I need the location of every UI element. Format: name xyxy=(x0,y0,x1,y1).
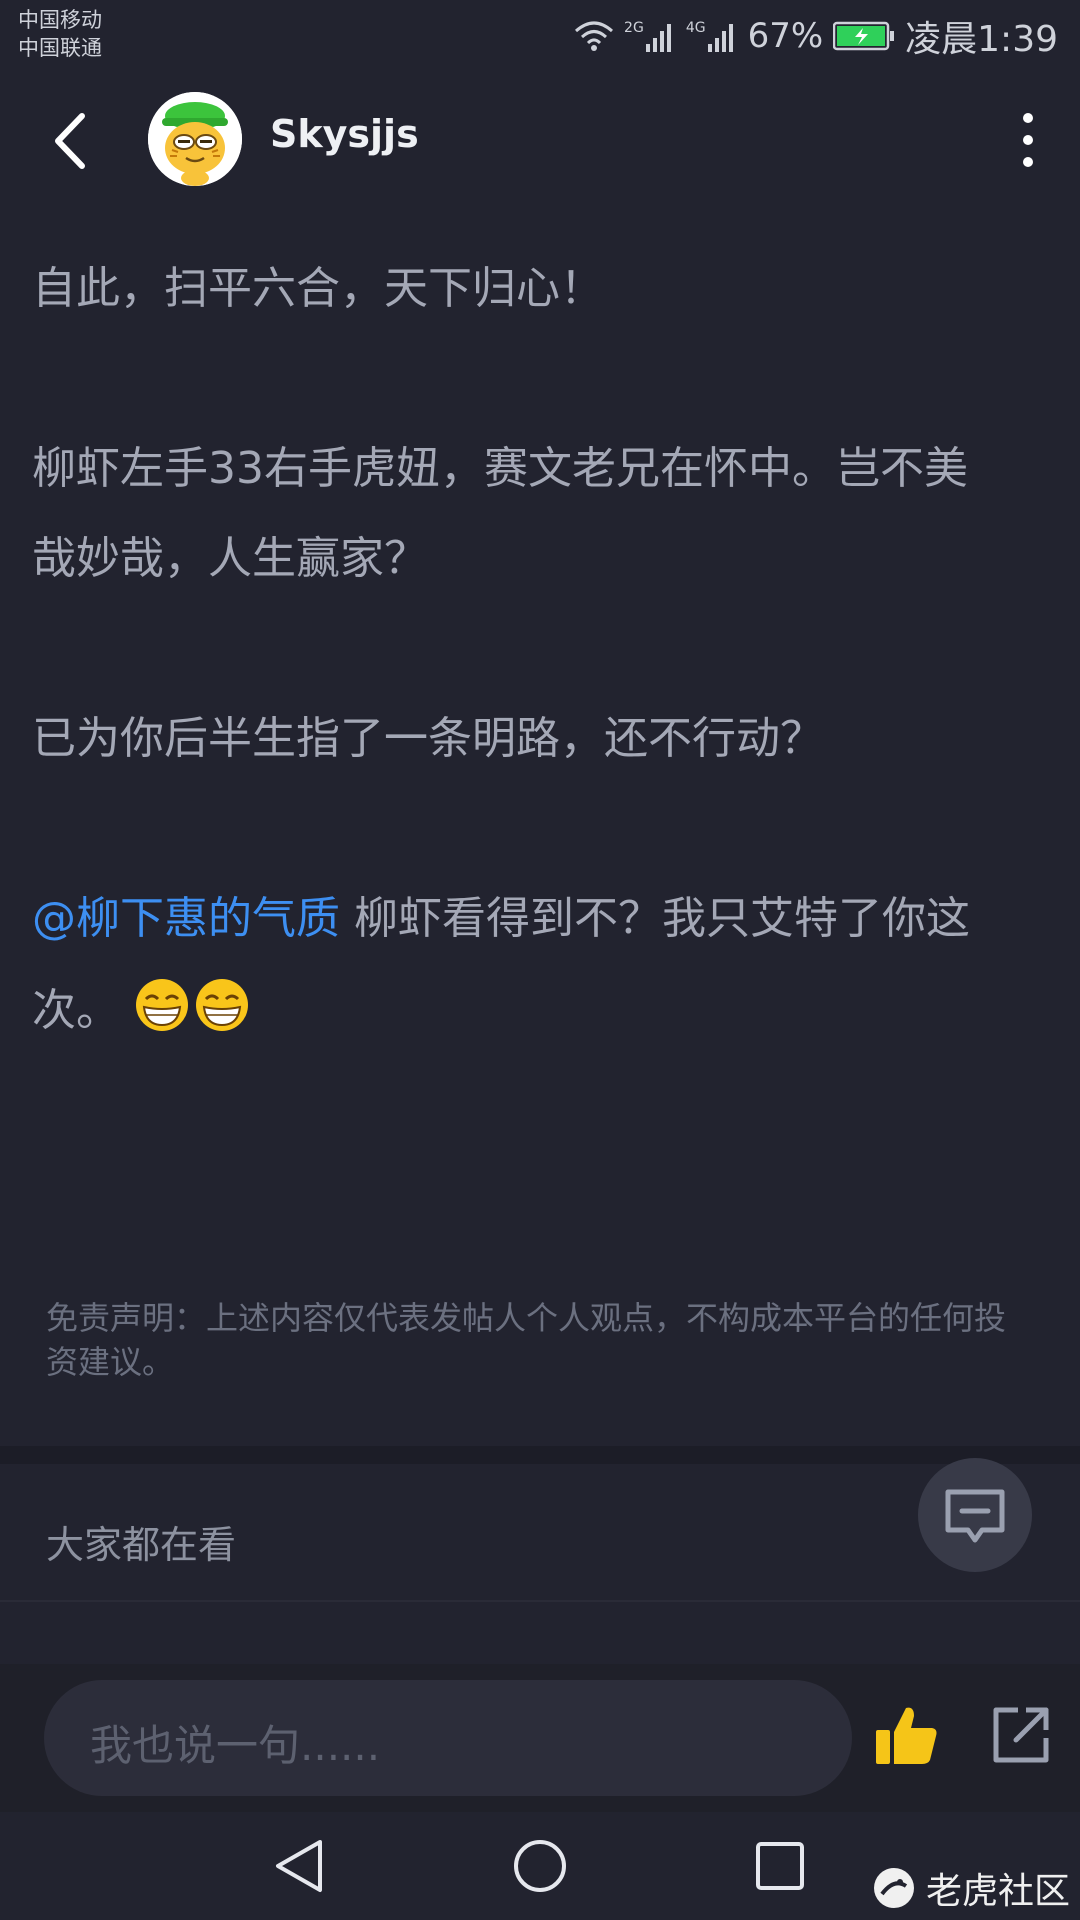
comment-icon xyxy=(945,1489,1005,1543)
divider xyxy=(0,1600,1080,1602)
carrier-2: 中国联通 xyxy=(18,36,102,60)
grinning-emoji-icon xyxy=(136,979,188,1031)
disclaimer-text: 免责声明：上述内容仅代表发帖人个人观点，不构成本平台的任何投资建议。 xyxy=(46,1299,1007,1381)
watermark: 老虎社区 xyxy=(872,1862,1070,1914)
tiger-logo-icon xyxy=(873,1868,914,1908)
post-line: 柳虾左手33右手虎妞，赛文老兄在怀中。岂不美 xyxy=(32,443,968,494)
post-text: 柳虾看得到不？我只艾特了你这 xyxy=(340,893,970,944)
battery-percent: 67% xyxy=(747,16,824,56)
nav-home-icon[interactable] xyxy=(510,1836,570,1896)
wifi-icon xyxy=(575,21,614,51)
nav-recents-icon[interactable] xyxy=(750,1836,810,1896)
carrier-1: 中国移动 xyxy=(18,8,102,32)
signal-icon xyxy=(645,24,671,52)
post-line: 自此，扫平六合，天下归心！ xyxy=(32,263,604,314)
battery-charging-icon xyxy=(833,21,895,51)
grinning-emoji-icon xyxy=(196,979,248,1031)
signal-4g: 4G xyxy=(686,20,738,52)
avatar[interactable] xyxy=(148,92,242,186)
user-mention-link[interactable]: @柳下惠的气质 xyxy=(32,893,340,944)
post-line-mention: @柳下惠的气质 柳虾看得到不？我只艾特了你这 xyxy=(32,874,1052,964)
post-text: 次。 xyxy=(32,985,120,1036)
status-indicators: 2G 4G 67% 凌晨1:39 xyxy=(574,14,1058,60)
more-options-icon[interactable] xyxy=(1016,108,1040,172)
signal-2g-label: 2G xyxy=(624,20,644,36)
post-line: 已为你后半生指了一条明路，还不行动？ xyxy=(32,713,824,764)
signal-4g-label: 4G xyxy=(685,20,706,36)
back-icon[interactable] xyxy=(44,106,100,176)
comment-input-placeholder: 我也说一句...... xyxy=(90,1721,381,1770)
signal-2g: 2G xyxy=(624,20,676,52)
post-line-last: 次。 xyxy=(32,966,1052,1056)
comment-fab-button[interactable] xyxy=(918,1458,1032,1572)
clock: 凌晨1:39 xyxy=(905,19,1058,60)
nav-back-icon[interactable] xyxy=(270,1836,330,1896)
watermark-text: 老虎社区 xyxy=(925,1871,1070,1912)
username[interactable]: Skysjjs xyxy=(270,112,419,156)
thumbs-up-icon[interactable] xyxy=(874,1702,940,1768)
section-title-trending: 大家都在看 xyxy=(46,1523,237,1567)
signal-icon xyxy=(707,24,733,52)
tiger-avatar-icon xyxy=(148,92,242,186)
post-line: 哉妙哉，人生赢家？ xyxy=(32,533,428,584)
share-icon[interactable] xyxy=(990,1704,1052,1766)
